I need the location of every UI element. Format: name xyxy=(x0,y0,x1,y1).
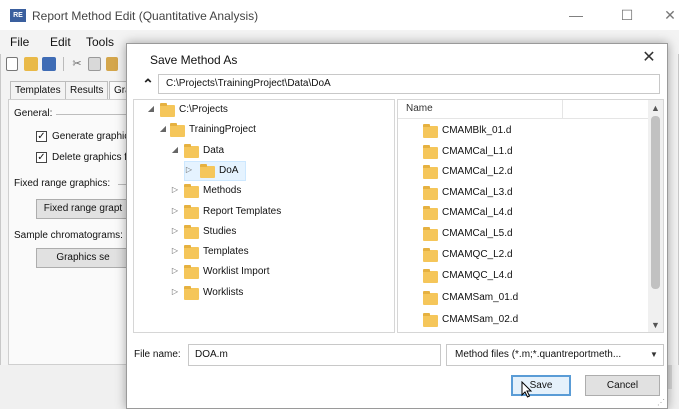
folder-icon xyxy=(184,245,199,259)
folder-icon xyxy=(423,145,438,159)
column-separator[interactable] xyxy=(562,100,563,118)
menu-tools[interactable]: Tools xyxy=(86,35,114,49)
file-item-label: CMAMCal_L3.d xyxy=(442,187,513,198)
file-item-label: CMAMQC_L4.d xyxy=(442,270,513,281)
column-header-name[interactable]: Name xyxy=(406,103,433,114)
file-type-select[interactable]: Method files (*.m;*.quantreportmeth... xyxy=(446,344,664,366)
general-label: General: xyxy=(14,108,53,119)
generate-graphics-label: Generate graphic xyxy=(52,131,130,142)
mouse-cursor-icon xyxy=(521,381,533,398)
folder-icon xyxy=(423,165,438,179)
collapse-arrow-icon[interactable]: ◢ xyxy=(158,124,168,133)
folder-icon xyxy=(423,313,438,327)
scroll-down-icon[interactable]: ▼ xyxy=(648,320,663,330)
folder-icon xyxy=(184,184,199,198)
file-name-label: File name: xyxy=(134,349,181,360)
tree-item-label: Data xyxy=(203,145,225,156)
tree-item-label: Worklist Import xyxy=(203,266,270,277)
general-divider xyxy=(56,114,128,115)
save-icon[interactable] xyxy=(42,57,56,71)
folder-icon xyxy=(184,265,199,279)
folder-icon xyxy=(423,206,438,220)
new-file-icon[interactable] xyxy=(6,57,18,71)
file-item-label: CMAMQC_L2.d xyxy=(442,249,513,260)
path-field[interactable]: C:\Projects\TrainingProject\Data\DoA xyxy=(158,74,660,94)
expand-arrow-icon[interactable]: ▷ xyxy=(170,266,180,275)
folder-icon xyxy=(200,164,215,178)
folder-icon xyxy=(184,225,199,239)
minimize-button[interactable]: — xyxy=(558,6,594,24)
folder-icon xyxy=(423,227,438,241)
file-item-label: CMAMCal_L5.d xyxy=(442,228,513,239)
folder-icon xyxy=(184,286,199,300)
scroll-up-icon[interactable]: ▲ xyxy=(648,103,663,113)
tab-results[interactable]: Results xyxy=(65,81,109,100)
save-button[interactable]: Save xyxy=(511,375,571,396)
tab-templates[interactable]: Templates xyxy=(10,81,66,100)
paste-icon[interactable] xyxy=(106,57,118,71)
resize-grip-icon[interactable]: ⋰ xyxy=(657,398,665,407)
expand-arrow-icon[interactable]: ▷ xyxy=(184,165,194,174)
file-item-label: CMAMSam_02.d xyxy=(442,314,519,325)
menu-file[interactable]: File xyxy=(10,35,29,49)
tree-item-label: DoA xyxy=(219,165,239,176)
folder-icon xyxy=(423,124,438,138)
file-name-input[interactable]: DOA.m xyxy=(188,344,441,366)
folder-icon xyxy=(184,144,199,158)
cancel-button[interactable]: Cancel xyxy=(585,375,660,396)
open-folder-icon[interactable] xyxy=(24,57,38,71)
expand-arrow-icon[interactable]: ▷ xyxy=(170,287,180,296)
maximize-button[interactable]: ☐ xyxy=(609,6,645,24)
toolbar-divider xyxy=(63,57,64,71)
fixed-range-button[interactable]: Fixed range grapt xyxy=(36,199,130,219)
file-item-label: CMAMCal_L2.d xyxy=(442,166,513,177)
delete-graphics-checkbox[interactable]: ✓ xyxy=(36,152,47,163)
tree-item-label: Worklists xyxy=(203,287,244,298)
generate-graphics-checkbox[interactable]: ✓ xyxy=(36,131,47,142)
file-item-label: CMAMBlk_01.d xyxy=(442,125,512,136)
folder-icon xyxy=(423,248,438,262)
folder-icon xyxy=(423,291,438,305)
file-item-label: CMAMCal_L4.d xyxy=(442,207,513,218)
folder-icon xyxy=(184,205,199,219)
window-close-button[interactable]: ✕ xyxy=(652,6,679,24)
file-list-header xyxy=(398,100,648,119)
collapse-arrow-icon[interactable]: ◢ xyxy=(146,104,156,113)
expand-arrow-icon[interactable]: ▷ xyxy=(170,226,180,235)
menu-edit[interactable]: Edit xyxy=(50,35,71,49)
folder-icon xyxy=(423,186,438,200)
delete-graphics-label: Delete graphics fi xyxy=(52,152,130,163)
expand-arrow-icon[interactable]: ▷ xyxy=(170,206,180,215)
tree-item-label: Report Templates xyxy=(203,206,282,217)
sample-chromatograms-label: Sample chromatograms: xyxy=(14,230,123,241)
file-item-label: CMAMSam_01.d xyxy=(442,292,519,303)
tree-item-label: Studies xyxy=(203,226,237,237)
cut-icon[interactable]: ✂ xyxy=(70,57,84,71)
scrollbar-thumb[interactable] xyxy=(651,116,660,289)
expand-arrow-icon[interactable]: ▷ xyxy=(170,185,180,194)
tree-item-label: Methods xyxy=(203,185,242,196)
file-item-label: CMAMCal_L1.d xyxy=(442,146,513,157)
tree-item-label: C:\Projects xyxy=(179,104,228,115)
dialog-close-icon[interactable]: ✕ xyxy=(638,47,660,69)
collapse-arrow-icon[interactable]: ◢ xyxy=(170,145,180,154)
folder-icon xyxy=(423,269,438,283)
fixed-range-label: Fixed range graphics: xyxy=(14,178,111,189)
folder-icon xyxy=(170,123,185,137)
app-icon: RE xyxy=(10,9,26,22)
expand-arrow-icon[interactable]: ▷ xyxy=(170,246,180,255)
chevron-down-icon[interactable]: ▼ xyxy=(650,350,658,359)
graphics-settings-button[interactable]: Graphics se xyxy=(36,248,130,268)
window-title: Report Method Edit (Quantitative Analysi… xyxy=(32,9,259,23)
tree-item-label: TrainingProject xyxy=(189,124,256,135)
tree-item-label: Templates xyxy=(203,246,249,257)
folder-icon xyxy=(160,103,175,117)
dialog-title: Save Method As xyxy=(150,53,238,67)
copy-icon[interactable] xyxy=(88,57,101,71)
up-folder-icon[interactable]: ⌃ xyxy=(140,76,156,92)
